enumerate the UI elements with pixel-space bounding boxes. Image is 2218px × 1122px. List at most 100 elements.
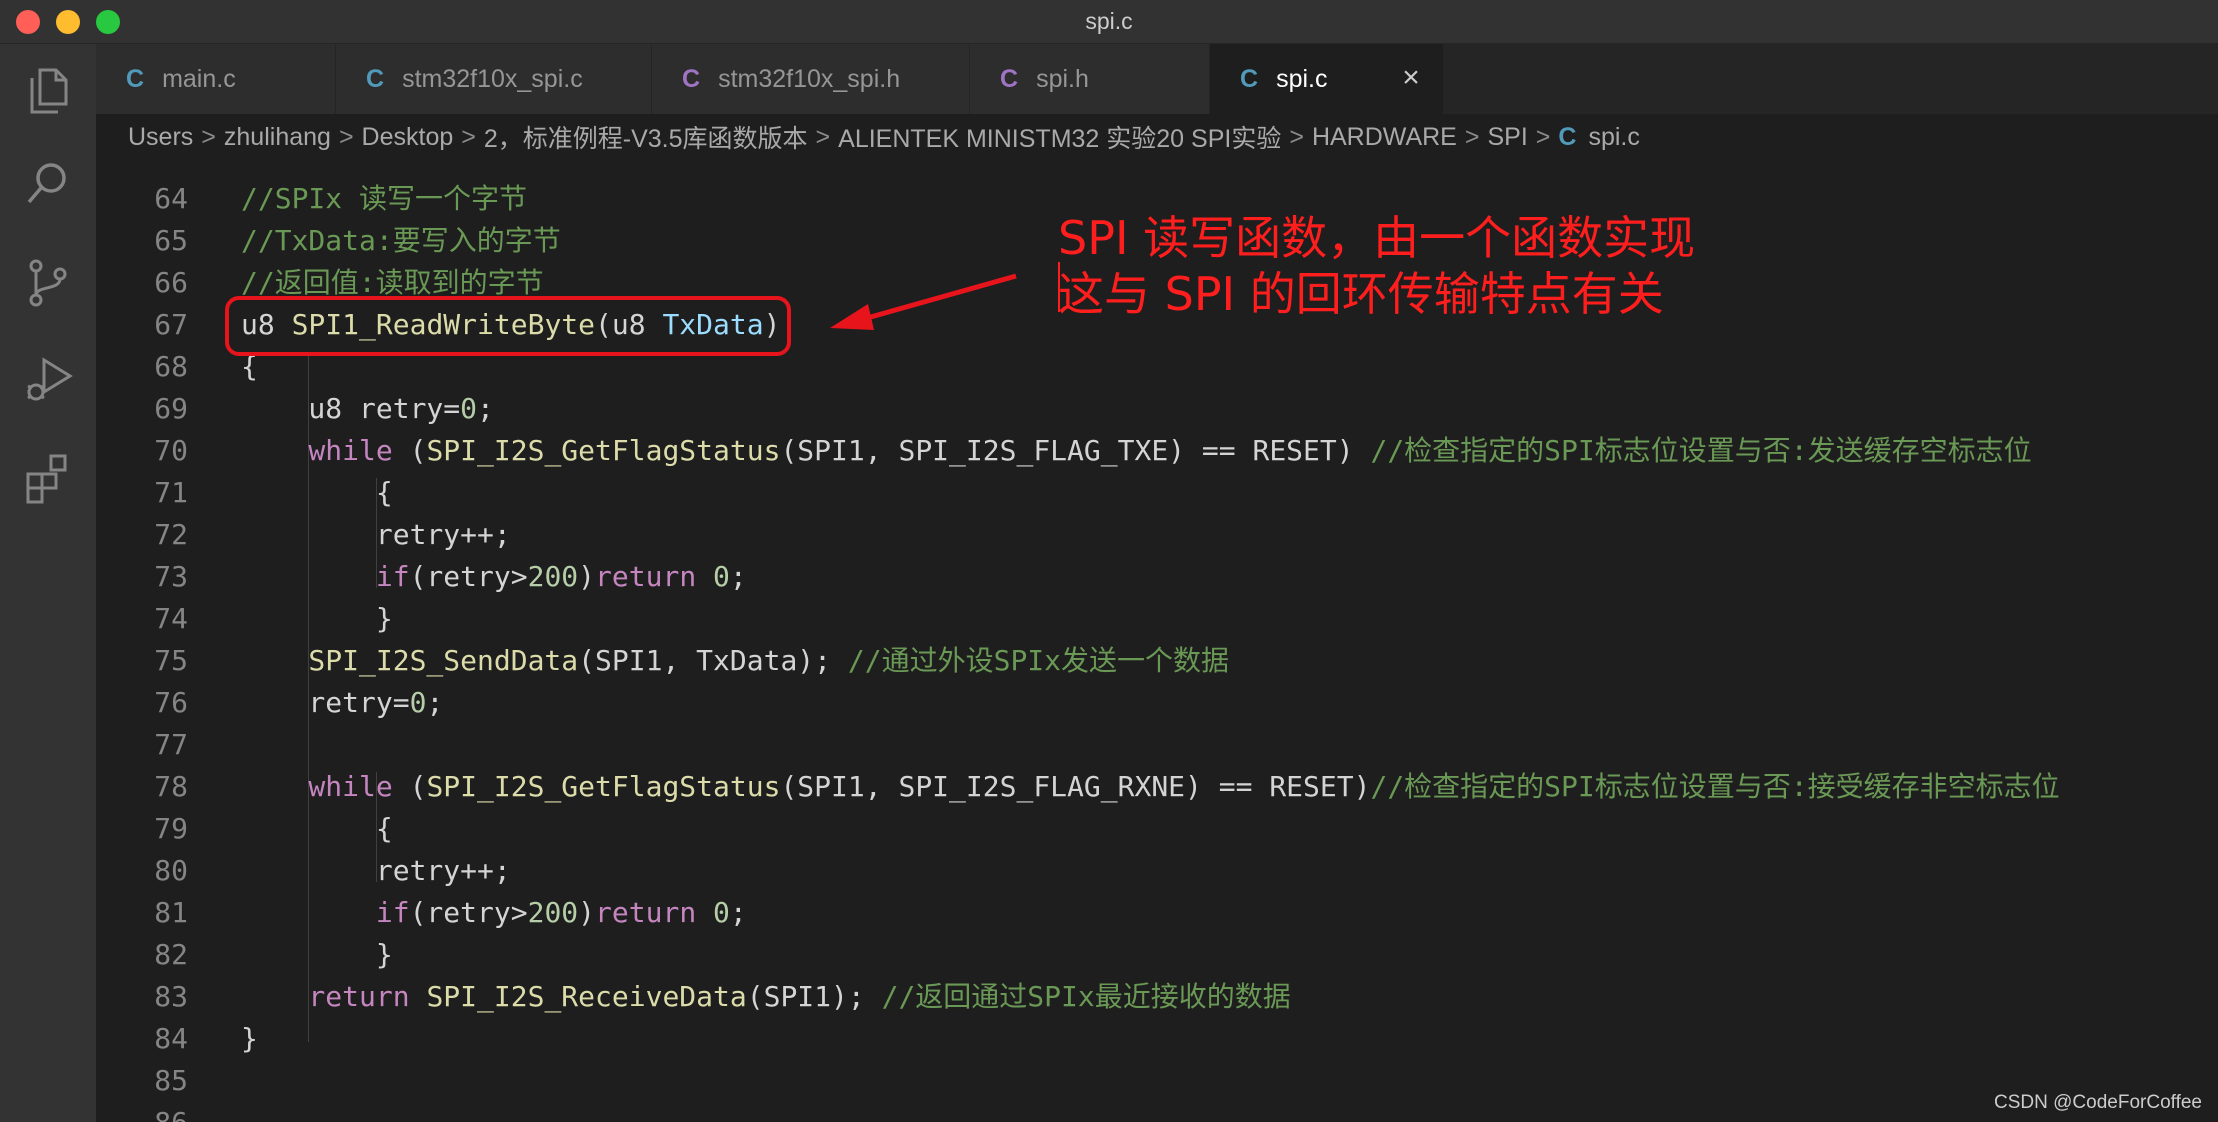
code-line[interactable]: 75 SPI_I2S_SendData(SPI1, TxData); //通过外… — [96, 640, 2218, 682]
code-line[interactable]: 74 } — [96, 598, 2218, 640]
code-token: (SPI1, TxData); — [578, 644, 848, 677]
code-token: (SPI1, SPI_I2S_FLAG_TXE) == RESET) — [780, 434, 1371, 467]
search-icon[interactable] — [20, 156, 76, 212]
code-token: if — [241, 896, 410, 929]
tab-label: spi.h — [1036, 64, 1089, 93]
files-icon[interactable] — [20, 62, 76, 118]
breadcrumb-item[interactable]: ALIENTEK MINISTM32 实验20 SPI实验 — [838, 119, 1281, 155]
chevron-right-icon: > — [201, 122, 216, 151]
line-code: while (SPI_I2S_GetFlagStatus(SPI1, SPI_I… — [241, 430, 2031, 472]
tab-stm32f10x-spi-c[interactable]: C stm32f10x_spi.c — [336, 44, 652, 114]
code-line[interactable]: 72 retry++; — [96, 514, 2218, 556]
code-line[interactable]: 70 while (SPI_I2S_GetFlagStatus(SPI1, SP… — [96, 430, 2218, 472]
code-token: while — [241, 770, 393, 803]
code-line[interactable]: 80 retry++; — [96, 850, 2218, 892]
line-code: { — [241, 472, 393, 514]
line-code: u8 retry=0; — [241, 388, 494, 430]
code-line[interactable]: 85 — [96, 1060, 2218, 1102]
code-line[interactable]: 79 { — [96, 808, 2218, 850]
line-number: 67 — [154, 308, 188, 341]
c-file-icon: C — [1558, 122, 1577, 151]
line-code: retry++; — [241, 850, 511, 892]
code-token: (retry> — [409, 560, 528, 593]
line-code: //SPIx 读写一个字节 — [241, 178, 527, 220]
code-token: //SPIx 读写一个字节 — [241, 182, 528, 215]
code-token: retry++; — [241, 854, 511, 887]
line-code: } — [241, 1018, 258, 1060]
breadcrumb-item[interactable]: Desktop — [362, 123, 454, 152]
line-number: 72 — [154, 518, 188, 551]
code-line[interactable]: 76 retry=0; — [96, 682, 2218, 724]
c-header-file-icon: C — [682, 64, 701, 93]
code-line[interactable]: 73 if(retry>200)return 0; — [96, 556, 2218, 598]
line-number: 76 — [154, 686, 188, 719]
code-line[interactable]: 71 { — [96, 472, 2218, 514]
code-line[interactable]: 82 } — [96, 934, 2218, 976]
code-line[interactable]: 84} — [96, 1018, 2218, 1060]
code-line[interactable]: 77 — [96, 724, 2218, 766]
code-token: } — [241, 938, 393, 971]
line-code: retry++; — [241, 514, 511, 556]
tab-spi-h[interactable]: C spi.h — [970, 44, 1210, 114]
breadcrumb: Users > zhulihang > Desktop > 2，标准例程-V3.… — [96, 114, 2218, 160]
line-number: 65 — [154, 224, 188, 257]
close-icon[interactable]: × — [1395, 62, 1427, 94]
code-line[interactable]: 83 return SPI_I2S_ReceiveData(SPI1); //返… — [96, 976, 2218, 1018]
code-token: retry++; — [241, 518, 511, 551]
code-token: ( — [392, 770, 427, 803]
highlight-box — [225, 296, 791, 356]
tab-main-c[interactable]: C main.c — [96, 44, 336, 114]
chevron-right-icon: > — [815, 122, 831, 151]
line-code: //TxData:要写入的字节 — [241, 220, 561, 262]
breadcrumb-item[interactable]: SPI — [1487, 123, 1527, 152]
run-debug-icon[interactable] — [20, 352, 76, 408]
chevron-right-icon: > — [1464, 122, 1480, 151]
breadcrumb-item[interactable]: HARDWARE — [1312, 123, 1457, 152]
code-token: //TxData:要写入的字节 — [241, 224, 561, 257]
chevron-right-icon: > — [1535, 122, 1551, 151]
extensions-icon[interactable] — [20, 448, 76, 504]
code-line[interactable]: 69 u8 retry=0; — [96, 388, 2218, 430]
line-number: 85 — [154, 1064, 188, 1097]
line-number: 83 — [154, 980, 188, 1013]
window-title: spi.c — [1085, 8, 1133, 34]
breadcrumb-item[interactable]: Users — [128, 123, 193, 152]
code-line[interactable]: 86 — [96, 1102, 2218, 1122]
line-code: retry=0; — [241, 682, 443, 724]
source-control-icon[interactable] — [20, 254, 76, 310]
line-number: 77 — [154, 728, 188, 761]
code-line[interactable]: 81 if(retry>200)return 0; — [96, 892, 2218, 934]
tab-stm32f10x-spi-h[interactable]: C stm32f10x_spi.h — [652, 44, 970, 114]
code-token: SPI_I2S_SendData — [241, 644, 579, 677]
tab-spi-c[interactable]: C spi.c × — [1210, 44, 1444, 114]
line-number: 74 — [154, 602, 188, 635]
code-token: //检查指定的SPI标志位设置与否:接受缓存非空标志位 — [1370, 770, 2060, 803]
breadcrumb-item[interactable]: zhulihang — [224, 123, 331, 152]
code-token: (SPI1); — [746, 980, 882, 1013]
line-number: 84 — [154, 1022, 188, 1055]
line-number: 73 — [154, 560, 188, 593]
code-token: SPI_I2S_ReceiveData — [426, 980, 747, 1013]
c-file-icon: C — [1240, 64, 1259, 93]
line-number: 86 — [96, 1102, 188, 1122]
breadcrumb-item[interactable]: 2，标准例程-V3.5库函数版本 — [484, 119, 808, 155]
line-number: 79 — [154, 812, 188, 845]
c-file-icon: C — [366, 64, 385, 93]
code-token: return — [241, 980, 410, 1013]
title-bar: spi.c — [0, 0, 2218, 44]
line-number: 68 — [154, 350, 188, 383]
breadcrumb-file[interactable]: spi.c — [1588, 123, 1639, 152]
code-token: ; — [477, 392, 494, 425]
tab-label: stm32f10x_spi.c — [402, 64, 583, 93]
line-code: while (SPI_I2S_GetFlagStatus(SPI1, SPI_I… — [241, 766, 2060, 808]
code-token: ( — [392, 434, 427, 467]
code-token: 200 — [527, 560, 579, 593]
code-token: (SPI1, SPI_I2S_FLAG_RXNE) == RESET) — [780, 770, 1371, 803]
code-line[interactable]: 78 while (SPI_I2S_GetFlagStatus(SPI1, SP… — [96, 766, 2218, 808]
annotation-line-2: 这与 SPI 的回环传输特点有关 — [1058, 267, 1664, 321]
tab-label: spi.c — [1276, 64, 1328, 93]
code-token: return — [595, 560, 697, 593]
code-token: return — [595, 896, 697, 929]
